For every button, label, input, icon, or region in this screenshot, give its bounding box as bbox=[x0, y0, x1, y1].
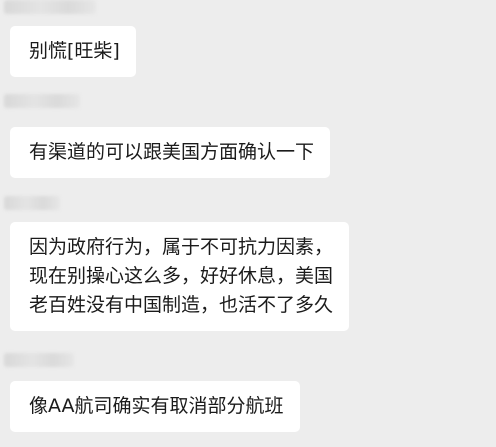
message-text-line: 因为政府行为，属于不可抗力因素， bbox=[29, 236, 334, 258]
sender-name-blurred bbox=[4, 0, 96, 14]
message-bubble[interactable]: 像AA航司确实有取消部分航班 bbox=[10, 381, 300, 432]
message-bubble[interactable]: 因为政府行为，属于不可抗力因素， 现在别操心这么多，好好休息，美国 老百姓没有中… bbox=[10, 222, 350, 331]
message-bubble[interactable]: 别慌[旺柴] bbox=[10, 26, 136, 77]
message-text-line: 老百姓没有中国制造，也活不了多久 bbox=[29, 294, 334, 316]
chat-message-list[interactable]: 别慌[旺柴] 有渠道的可以跟美国方面确认一下 因为政府行为，属于不可抗力因素， … bbox=[0, 0, 496, 447]
message-text: 别慌[旺柴] bbox=[29, 40, 120, 62]
sender-name-blurred bbox=[4, 196, 60, 210]
message-text: 像AA航司确实有取消部分航班 bbox=[29, 395, 284, 417]
message-text-line: 现在别操心这么多，好好休息，美国 bbox=[29, 265, 334, 287]
sender-name-blurred bbox=[4, 353, 74, 367]
message-text: 有渠道的可以跟美国方面确认一下 bbox=[29, 141, 315, 163]
message-bubble[interactable]: 有渠道的可以跟美国方面确认一下 bbox=[10, 127, 331, 178]
sender-name-blurred bbox=[4, 94, 80, 108]
